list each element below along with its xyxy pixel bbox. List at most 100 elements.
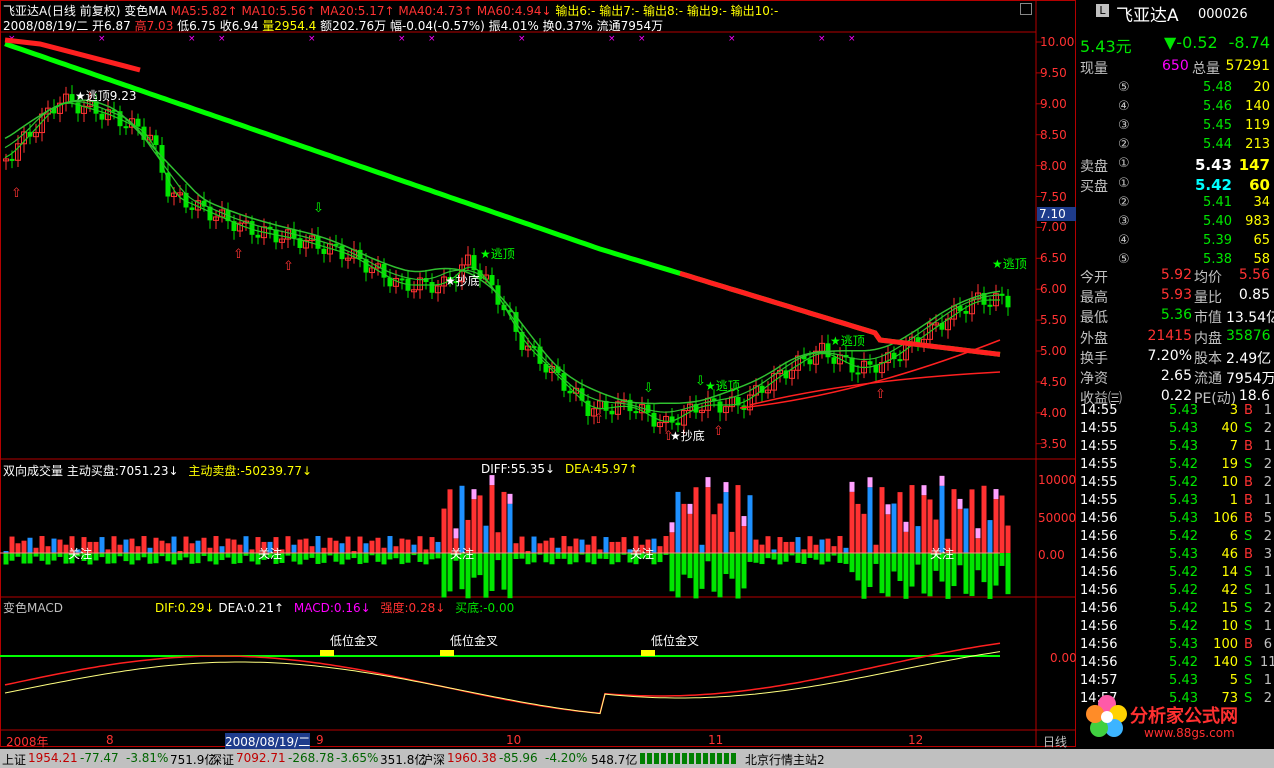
kline-chart[interactable]: × × × × × × × × × × × × ×★逃顶★逃顶★逃顶★逃顶★抄底★抄底★逃顶9.23⇧⇧… — [0, 0, 1076, 768]
sh-change: -77.47 — [80, 751, 119, 765]
ma10-line — [4, 102, 1000, 422]
escape-signal: ★逃顶 — [992, 257, 1027, 271]
vol-bar-down — [93, 553, 99, 561]
bid-row[interactable]: ③ 5.40 983 — [1076, 213, 1274, 231]
vol-bar-down — [207, 553, 213, 562]
vol-bar-down — [429, 553, 435, 560]
tick-count: 2 — [1263, 421, 1272, 436]
macd-bar — [153, 632, 159, 656]
macd-bar — [213, 628, 219, 656]
vol-bar-down — [891, 553, 897, 572]
price-tick-label: 3.50 — [1040, 436, 1067, 451]
macd-bar — [615, 656, 621, 684]
vol-bar-up — [759, 544, 765, 553]
stat-value: 7.20% — [1147, 347, 1192, 364]
ask-price: 5.43 — [1194, 156, 1232, 174]
vol-bar-down — [705, 553, 711, 562]
ask-row[interactable]: ② 5.44 213 — [1076, 136, 1274, 154]
ma60-label: MA60:4.94↓ — [476, 4, 552, 18]
tick-row[interactable]: 14:55 5.43 1 B 1 — [1076, 492, 1274, 510]
tick-time: 14:57 — [1080, 673, 1118, 688]
tick-row[interactable]: 14:57 5.43 5 S 1 — [1076, 672, 1274, 690]
candle-body — [651, 412, 657, 427]
tick-row[interactable]: 14:55 5.43 3 B 1 — [1076, 402, 1274, 420]
ask-row[interactable]: ④ 5.46 140 — [1076, 98, 1274, 116]
stat-value: 5.93 — [1160, 287, 1192, 304]
vol-bar-up — [951, 489, 957, 553]
tick-row[interactable]: 14:56 5.42 6 S 2 — [1076, 528, 1274, 546]
tick-row[interactable]: 14:55 5.43 7 B 1 — [1076, 438, 1274, 456]
vol-bar-down — [735, 553, 741, 599]
ask-row[interactable]: ③ 5.45 119 — [1076, 117, 1274, 135]
x-marker: × — [518, 34, 526, 44]
x-marker: × — [818, 34, 826, 44]
vol-bar-up — [873, 544, 879, 553]
stat-value: 0.85 — [1238, 287, 1270, 304]
vol-bar-up — [813, 544, 819, 553]
tick-row[interactable]: 14:56 5.43 100 B 6 — [1076, 636, 1274, 654]
vol-bar-up — [687, 513, 693, 553]
bottom-signal: ★抄底 — [670, 428, 705, 443]
macd-bar — [309, 633, 315, 656]
ask-label: 卖盘 — [1080, 159, 1108, 175]
low-cross-mark — [320, 650, 334, 656]
vol-bar-up — [591, 536, 597, 553]
vol-bar-up — [561, 536, 567, 553]
tick-time: 14:56 — [1080, 619, 1118, 634]
tick-count: 2 — [1263, 475, 1272, 490]
tick-row[interactable]: 14:55 5.42 10 B 2 — [1076, 474, 1274, 492]
vol-bar-down — [999, 553, 1005, 566]
vol-bar-down — [195, 553, 201, 564]
bid-row[interactable]: ② 5.41 34 — [1076, 194, 1274, 212]
vol-bar-down — [1005, 553, 1011, 595]
macd-axis-zero: 0.00 — [1050, 651, 1077, 665]
period-label[interactable]: 日线 — [1043, 733, 1067, 750]
tick-row[interactable]: 14:56 5.42 14 S 1 — [1076, 564, 1274, 582]
sh-label[interactable]: 上证 — [2, 751, 26, 768]
candle-body — [999, 293, 1005, 296]
vol-bar-up — [213, 536, 219, 553]
sh-pct: -3.81% — [126, 751, 169, 765]
vol-bar-up — [921, 495, 927, 553]
attention-label: 关注 — [450, 546, 474, 561]
server-name[interactable]: 北京行情主站2 — [745, 751, 825, 768]
ask-row[interactable]: ⑤ 5.48 20 — [1076, 79, 1274, 97]
vol-diff-label: DIFF:55.35↓ — [481, 462, 556, 476]
tick-price: 5.43 — [1169, 421, 1198, 436]
macd-bar — [561, 656, 567, 679]
bid-price: 5.40 — [1203, 214, 1232, 229]
candle-body — [855, 372, 861, 375]
vol-bar-up — [231, 539, 237, 553]
hs-label[interactable]: 沪深 — [421, 751, 445, 768]
low-cross-label: 低位金叉 — [330, 633, 378, 648]
sh-value: 1954.21 — [28, 751, 78, 765]
vol-bar-up — [579, 539, 585, 553]
tick-row[interactable]: 14:55 5.42 19 S 2 — [1076, 456, 1274, 474]
macd-bar — [279, 630, 285, 656]
macd-bar — [69, 646, 75, 656]
tick-row[interactable]: 14:56 5.43 46 B 3 — [1076, 546, 1274, 564]
time-tick-label: 11 — [708, 733, 724, 747]
tick-row[interactable]: 14:56 5.42 42 S 1 — [1076, 582, 1274, 600]
tick-row[interactable]: 14:56 5.42 15 S 2 — [1076, 600, 1274, 618]
tick-price: 5.42 — [1169, 655, 1198, 670]
bid-row[interactable]: 买盘 ① 5.42 60 — [1076, 175, 1274, 195]
sz-label[interactable]: 深证 — [210, 751, 234, 768]
quote-title: L 飞亚达A 000026 — [1076, 4, 1274, 28]
vol-bar-up — [621, 537, 627, 553]
restore-icon[interactable] — [1020, 3, 1032, 15]
tick-row[interactable]: 14:56 5.43 106 B 5 — [1076, 510, 1274, 528]
buy-arrow-icon: ⇧ — [875, 387, 886, 402]
tick-row[interactable]: 14:56 5.42 10 S 1 — [1076, 618, 1274, 636]
x-marker: × — [98, 34, 106, 44]
vol-bar-down — [879, 553, 885, 594]
time-tick-label: 10 — [506, 733, 522, 747]
stat-row: 今开 5.92 均价 5.56 — [1076, 266, 1274, 286]
ask-row[interactable]: 卖盘 ① 5.43 147 — [1076, 155, 1274, 175]
time-tick-label: 9 — [316, 733, 324, 747]
vol-bar-down — [993, 553, 999, 586]
bid-row[interactable]: ④ 5.39 65 — [1076, 232, 1274, 250]
tick-row[interactable]: 14:56 5.42 140 S 11 — [1076, 654, 1274, 672]
tick-row[interactable]: 14:55 5.43 40 S 2 — [1076, 420, 1274, 438]
candle-body — [867, 361, 873, 365]
